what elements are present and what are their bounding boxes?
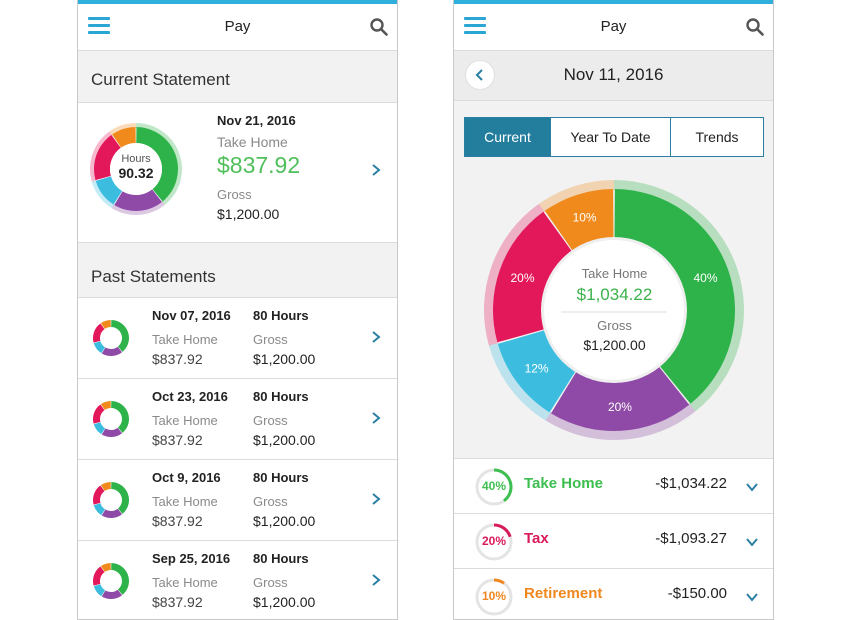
hours-value: 80 Hours	[253, 470, 309, 485]
hours-label: Hours	[121, 153, 151, 165]
breakdown-row[interactable]: 40% Take Home -$1,034.22	[454, 459, 773, 514]
category-name: Tax	[524, 530, 549, 547]
take-home-label: Take Home	[152, 332, 218, 347]
nav-title: Pay	[600, 18, 627, 35]
gross-label: Gross	[253, 332, 288, 347]
hours-value: 80 Hours	[253, 551, 309, 566]
chart-data-label: 12%	[525, 361, 549, 375]
statement-date: Sep 25, 2016	[152, 551, 231, 566]
take-home-label: Take Home	[217, 134, 288, 150]
pay-summary-screen: Pay Current Statement Hours 90.32 Nov 21…	[77, 0, 398, 620]
tab-current[interactable]: Current	[465, 118, 550, 156]
take-home-value: $837.92	[152, 513, 203, 529]
percent-label: 40%	[481, 479, 507, 493]
chevron-down-icon[interactable]	[745, 480, 759, 494]
breakdown-row[interactable]: 20% Tax -$1,093.27	[454, 514, 773, 569]
mini-donut-slice-take-home	[111, 320, 129, 352]
hours-value: 80 Hours	[253, 308, 309, 323]
take-home-label: Take Home	[152, 494, 218, 509]
mini-donut-slice-tax	[93, 566, 105, 586]
hours-value: 80 Hours	[253, 389, 309, 404]
gross-label: Gross	[253, 494, 288, 509]
search-icon[interactable]	[369, 17, 389, 37]
category-name: Take Home	[524, 475, 603, 492]
percent-label: 10%	[481, 589, 507, 603]
gross-label: Gross	[217, 187, 252, 202]
category-amount: -$1,093.27	[655, 530, 727, 547]
pay-detail-screen: Pay Nov 11, 2016 40% 20% 12% 20% 10% Current…	[453, 0, 774, 620]
statement-date: Nov 07, 2016	[152, 308, 231, 323]
chevron-right-icon[interactable]	[369, 411, 383, 425]
mini-donut-slice-take-home	[111, 482, 129, 514]
mini-donut-slice-benefits	[101, 589, 123, 599]
category-amount: -$1,034.22	[655, 475, 727, 492]
mini-donut-slice-tax	[93, 323, 105, 343]
chevron-down-icon[interactable]	[745, 590, 759, 604]
gross-label: Gross	[253, 413, 288, 428]
mini-donut-chart	[93, 482, 129, 518]
percent-ring-fill	[494, 578, 505, 585]
chevron-right-icon[interactable]	[369, 163, 383, 177]
mini-donut-slice-tax	[93, 404, 105, 424]
past-statement-row[interactable]: Oct 23, 2016 80 Hours Take Home $837.92 …	[78, 379, 397, 460]
statement-date: Oct 9, 2016	[152, 470, 221, 485]
take-home-value: $837.92	[217, 152, 301, 178]
tab-trends[interactable]: Trends	[670, 118, 763, 156]
mini-donut-chart	[93, 401, 129, 437]
chevron-right-icon[interactable]	[369, 330, 383, 344]
breakdown-row[interactable]: 10% Retirement -$150.00	[454, 569, 773, 619]
take-home-label: Take Home	[152, 413, 218, 428]
take-home-value: $837.92	[152, 594, 203, 610]
gross-value: $1,200.00	[253, 432, 316, 448]
section-title: Past Statements	[91, 267, 216, 286]
mini-donut-slice-tax	[93, 485, 105, 505]
mini-donut-slice-take-home	[111, 401, 129, 433]
gross-value: $1,200.00	[217, 206, 280, 222]
current-statement-card[interactable]: Hours 90.32 Nov 21, 2016 Take Home $837.…	[78, 103, 397, 243]
mini-donut-chart	[93, 320, 129, 356]
chart-data-label: 20%	[608, 400, 632, 414]
chart-area: 40% 20% 12% 20% 10% Current Year To Date Tre…	[454, 101, 773, 459]
mini-donut-slice-benefits	[101, 508, 123, 518]
take-home-value: $837.92	[152, 432, 203, 448]
nav-bar: Pay	[454, 4, 773, 51]
chart-data-label: 10%	[573, 211, 597, 225]
past-statement-row[interactable]: Sep 25, 2016 80 Hours Take Home $837.92 …	[78, 541, 397, 619]
center-take-home-value: $1,034.22	[576, 285, 653, 304]
past-statement-row[interactable]: Oct 9, 2016 80 Hours Take Home $837.92 G…	[78, 460, 397, 541]
nav-title: Pay	[224, 18, 251, 35]
hours-value: 90.32	[118, 165, 154, 181]
statement-date: Oct 23, 2016	[152, 389, 228, 404]
chevron-right-icon[interactable]	[369, 492, 383, 506]
chevron-right-icon[interactable]	[369, 573, 383, 587]
gross-label: Gross	[253, 575, 288, 590]
gross-value: $1,200.00	[253, 351, 316, 367]
center-gross-label: Gross	[597, 318, 632, 333]
gross-value: $1,200.00	[253, 513, 316, 529]
chevron-down-icon[interactable]	[745, 535, 759, 549]
statement-date: Nov 11, 2016	[563, 65, 664, 84]
period-tabs: Current Year To Date Trends	[464, 117, 764, 157]
statement-date: Nov 21, 2016	[217, 113, 296, 128]
mini-donut-slice-take-home	[111, 563, 129, 595]
gross-value: $1,200.00	[253, 594, 316, 610]
nav-bar: Pay	[78, 4, 397, 51]
percent-label: 20%	[481, 534, 507, 548]
take-home-label: Take Home	[152, 575, 218, 590]
section-title: Current Statement	[91, 70, 230, 89]
tab-year-to-date[interactable]: Year To Date	[550, 118, 670, 156]
mini-donut-slice-benefits	[101, 346, 123, 356]
past-statements-header: Past Statements	[78, 243, 397, 298]
search-icon[interactable]	[745, 17, 765, 37]
past-statement-row[interactable]: Nov 07, 2016 80 Hours Take Home $837.92 …	[78, 298, 397, 379]
mini-donut-slice-benefits	[101, 427, 123, 437]
take-home-value: $837.92	[152, 351, 203, 367]
category-name: Retirement	[524, 585, 603, 602]
center-take-home-label: Take Home	[581, 266, 648, 281]
center-gross-value: $1,200.00	[583, 337, 646, 353]
category-amount: -$150.00	[667, 585, 727, 602]
current-statement-header: Current Statement	[78, 51, 397, 103]
date-bar: Nov 11, 2016	[454, 51, 773, 101]
mini-donut-chart	[93, 563, 129, 599]
